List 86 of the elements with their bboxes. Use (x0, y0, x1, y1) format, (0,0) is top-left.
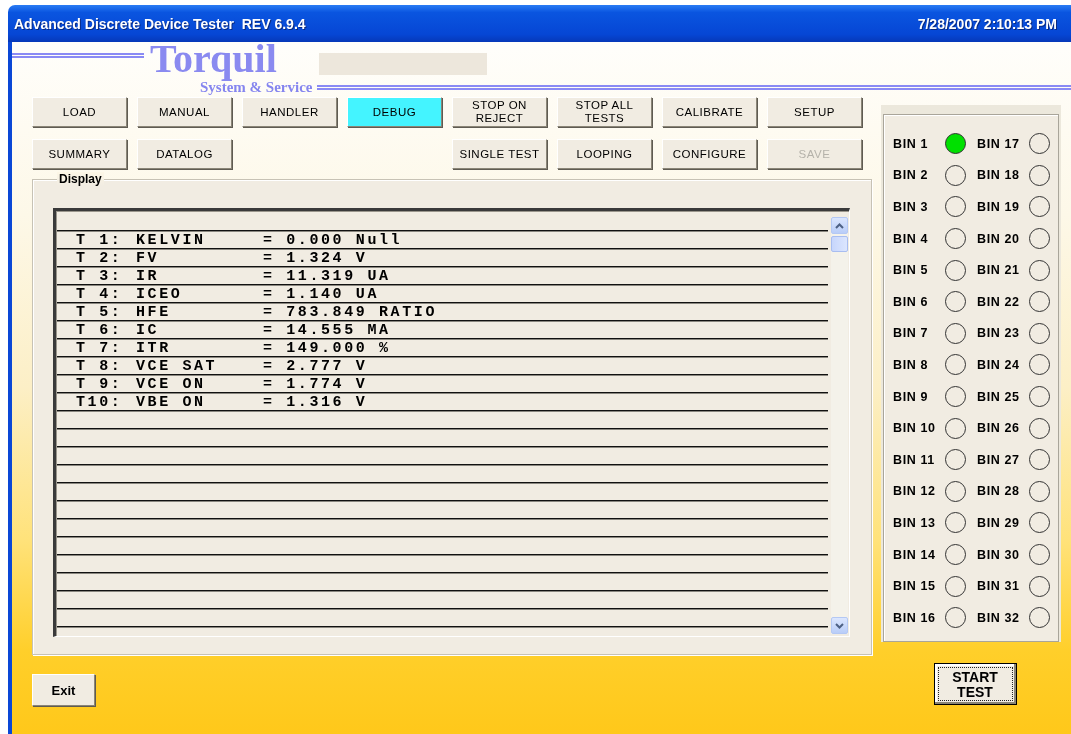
panel-label: Display (57, 172, 104, 186)
toolbar-button[interactable]: SETUP (767, 97, 862, 127)
toolbar-button[interactable]: DATALOG (137, 139, 232, 169)
bin-label: BIN 28 (977, 484, 1021, 499)
test-result: = 11.319 UA (263, 268, 391, 284)
bin-label: BIN 31 (977, 579, 1021, 594)
test-result: = 14.555 MA (263, 322, 391, 338)
bin-label: BIN 27 (977, 452, 1021, 467)
toolbar-button[interactable]: CALIBRATE (662, 97, 757, 127)
test-result: = 149.000 % (263, 340, 391, 356)
test-name: VCE ON (136, 376, 207, 392)
bin-label: BIN 22 (977, 294, 1021, 309)
test-id: T 1: (76, 232, 124, 248)
bin-label: BIN 16 (893, 610, 937, 625)
test-id: T 2: (76, 250, 124, 266)
test-name: HFE (136, 304, 172, 320)
scroll-up-button[interactable] (831, 217, 848, 234)
test-result: = 1.774 V (263, 376, 368, 392)
test-result: = 0.000 Null (263, 232, 403, 248)
scroll-thumb[interactable] (831, 236, 848, 252)
test-result: = 783.849 RATIO (263, 304, 438, 320)
test-id: T 8: (76, 358, 124, 374)
bin-label: BIN 21 (977, 263, 1021, 278)
date-time: 7/28/2007 2:10:13 PM (917, 15, 1057, 32)
toolbar-button[interactable]: DEBUG (347, 97, 442, 127)
bin-label: BIN 20 (977, 231, 1021, 246)
bin-label: BIN 29 (977, 515, 1021, 530)
bin-label: BIN 26 (977, 421, 1021, 436)
exit-button[interactable]: Exit (32, 674, 95, 706)
bin-label: BIN 5 (893, 263, 929, 278)
toolbar-button[interactable]: STOP ON REJECT (452, 97, 547, 127)
bin-label: BIN 24 (977, 357, 1021, 372)
bin-label: BIN 1 (893, 136, 929, 151)
bin-label: BIN 30 (977, 547, 1021, 562)
bin-label: BIN 6 (893, 294, 929, 309)
toolbar-button[interactable]: SUMMARY (32, 139, 127, 169)
toolbar-button[interactable]: LOAD (32, 97, 127, 127)
bin-label: BIN 14 (893, 547, 937, 562)
bin-label: BIN 23 (977, 326, 1021, 341)
bin-label: BIN 18 (977, 168, 1021, 183)
test-result: = 1.316 V (263, 394, 368, 410)
bin-label: BIN 13 (893, 515, 937, 530)
test-result: = 1.324 V (263, 250, 368, 266)
test-name: IC (136, 322, 161, 338)
test-id: T 3: (76, 268, 124, 284)
bin-label: BIN 17 (977, 136, 1021, 151)
test-id: T10: (76, 394, 124, 410)
bin-label: BIN 12 (893, 484, 937, 499)
toolbar-button[interactable]: CONFIGURE (662, 139, 757, 169)
test-name: VCE SAT (136, 358, 219, 374)
start-test-button[interactable]: START TEST (933, 663, 1017, 705)
bin-label: BIN 19 (977, 200, 1021, 214)
bin-label: BIN 8 (893, 357, 929, 372)
bin-label: BIN 2 (893, 168, 929, 183)
bin-label: BIN 15 (893, 579, 937, 594)
test-name: ITR (136, 340, 172, 356)
toolbar-button[interactable]: SINGLE TEST (452, 139, 547, 169)
logo-name: Torquil (150, 36, 277, 82)
test-name: VBE ON (136, 394, 207, 410)
chevron-down-icon (835, 622, 844, 629)
bin-label: BIN 7 (893, 326, 929, 341)
toolbar-button[interactable]: HANDLER (242, 97, 337, 127)
test-id: T 4: (76, 286, 124, 302)
test-result: = 1.140 UA (263, 286, 379, 302)
scroll-down-button[interactable] (831, 617, 848, 634)
test-id: T 7: (76, 340, 124, 356)
bin-label: BIN 25 (977, 389, 1021, 404)
test-id: T 6: (76, 322, 124, 338)
test-name: KELVIN (136, 232, 207, 248)
test-result: = 2.777 V (263, 358, 368, 374)
test-id: T 9: (76, 376, 124, 392)
bin-label: BIN 3 (893, 200, 929, 214)
bin-label: BIN 9 (893, 389, 929, 404)
test-name: IR (136, 268, 161, 284)
test-name: FV (136, 250, 161, 266)
toolbar-button[interactable]: LOOPING (557, 139, 652, 169)
toolbar-button[interactable]: MANUAL (137, 97, 232, 127)
test-id: T 5: (76, 304, 124, 320)
toolbar-button[interactable]: STOP ALL TESTS (557, 97, 652, 127)
bin-label: BIN 32 (977, 610, 1021, 625)
bin-label: BIN 11 (893, 452, 936, 467)
chevron-up-icon (835, 222, 844, 229)
bin-label: BIN 4 (893, 231, 929, 246)
test-name: ICEO (136, 286, 184, 302)
bin-label: BIN 10 (893, 421, 937, 436)
window-title: Advanced Discrete Device Tester REV 6.9.4 (14, 15, 306, 32)
